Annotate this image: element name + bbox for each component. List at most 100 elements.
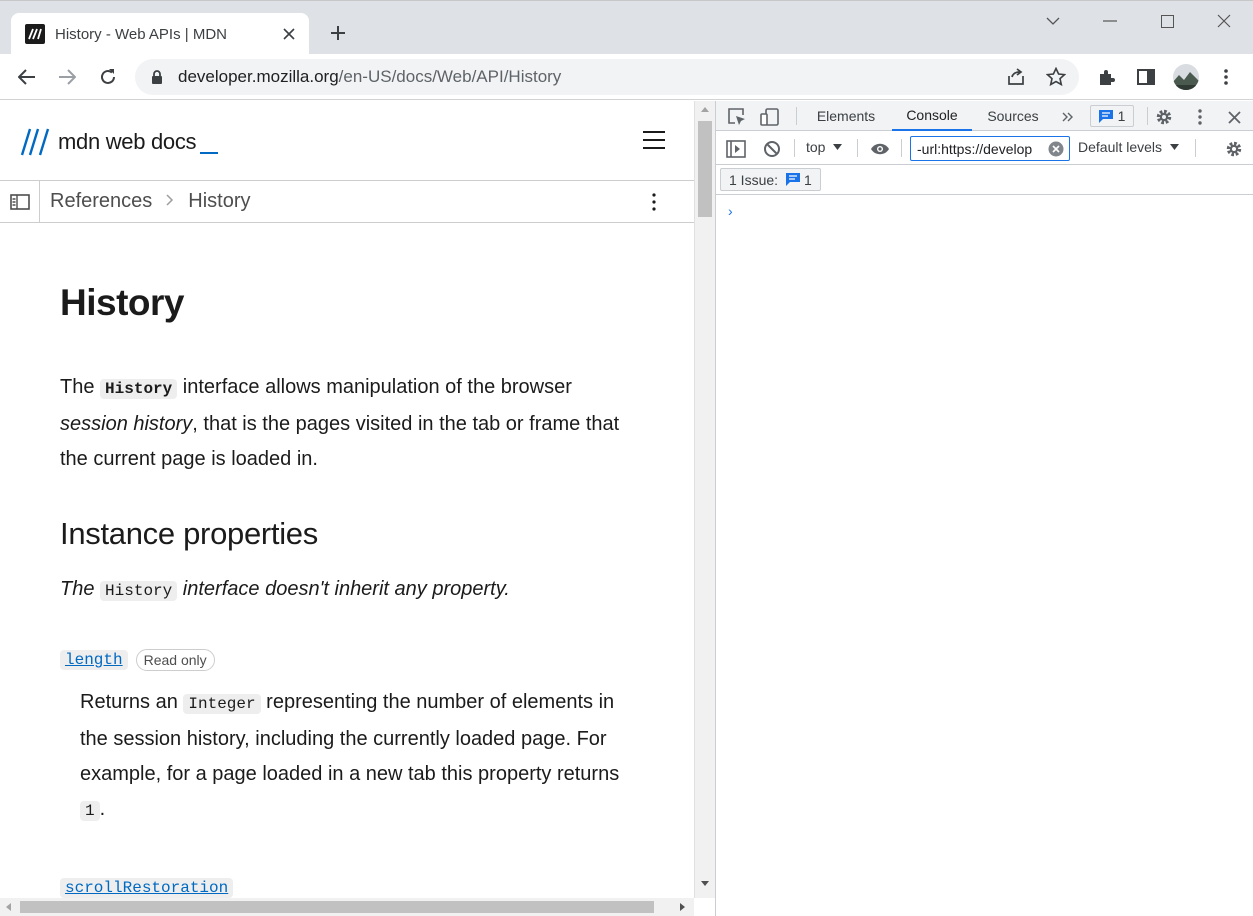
inherit-post: interface doesn't inherit any property. bbox=[177, 578, 510, 600]
value-code: 1 bbox=[80, 801, 100, 821]
length-desc-pre: Returns an bbox=[80, 691, 184, 713]
show-sidebar-icon[interactable] bbox=[725, 138, 747, 160]
scroll-restoration-link[interactable]: scrollRestoration bbox=[60, 878, 234, 898]
maximize-icon[interactable] bbox=[1152, 9, 1182, 33]
clear-console-icon[interactable] bbox=[761, 138, 783, 160]
browser-tab[interactable]: History - Web APIs | MDN bbox=[11, 13, 309, 55]
page-viewport: mdn web docs References History History … bbox=[0, 101, 694, 898]
url-text: developer.mozilla.org/en-US/docs/Web/API… bbox=[178, 67, 561, 87]
side-panel-icon[interactable] bbox=[1132, 63, 1160, 91]
address-bar[interactable]: developer.mozilla.org/en-US/docs/Web/API… bbox=[135, 59, 1079, 95]
extensions-icon[interactable] bbox=[1092, 63, 1120, 91]
tab-search-icon[interactable] bbox=[1038, 9, 1068, 33]
devtools-panel: Elements Console Sources 1 top -url:http… bbox=[715, 101, 1253, 916]
console-filter-input[interactable]: -url:https://develop bbox=[910, 136, 1070, 161]
console-prompt-icon[interactable]: › bbox=[728, 203, 733, 219]
tab-sources[interactable]: Sources bbox=[978, 101, 1048, 131]
divider bbox=[901, 139, 902, 157]
forward-arrow-icon[interactable] bbox=[53, 63, 81, 91]
device-toolbar-icon[interactable] bbox=[759, 106, 781, 128]
vertical-scrollbar[interactable] bbox=[694, 101, 715, 898]
share-icon[interactable] bbox=[1004, 65, 1028, 89]
reload-icon[interactable] bbox=[94, 63, 122, 91]
clear-filter-icon[interactable] bbox=[1047, 140, 1065, 158]
vertical-scroll-thumb[interactable] bbox=[698, 121, 712, 217]
article: History The History interface allows man… bbox=[60, 282, 640, 898]
filter-value: -url:https://develop bbox=[917, 140, 1033, 157]
inherit-code: History bbox=[100, 581, 178, 601]
intro-post: interface allows manipulation of the bro… bbox=[177, 376, 572, 398]
tab-elements[interactable]: Elements bbox=[807, 101, 885, 131]
scroll-left-arrow-icon[interactable] bbox=[6, 903, 11, 911]
tab-console[interactable]: Console bbox=[892, 101, 972, 131]
length-description: Returns an Integer representing the numb… bbox=[80, 685, 640, 829]
devtools-tabbar: Elements Console Sources 1 bbox=[716, 101, 1253, 131]
inherit-pre: The bbox=[60, 578, 101, 600]
url-path: /en-US/docs/Web/API/History bbox=[338, 67, 562, 86]
mdn-logo-mark-icon bbox=[20, 128, 50, 156]
issues-count: 1 bbox=[804, 171, 812, 188]
horizontal-scrollbar[interactable] bbox=[0, 898, 694, 916]
console-toolbar: top -url:https://develop Default levels bbox=[716, 131, 1253, 165]
read-only-badge: Read only bbox=[135, 649, 215, 671]
profile-avatar[interactable] bbox=[1172, 63, 1200, 91]
console-settings-gear-icon[interactable] bbox=[1223, 138, 1245, 160]
mdn-favicon bbox=[25, 24, 45, 44]
chevron-right-icon bbox=[166, 193, 174, 211]
property-term-scrollrestoration: scrollRestoration bbox=[60, 878, 640, 898]
more-tabs-chevron-icon[interactable] bbox=[1058, 107, 1078, 127]
logo-cursor bbox=[200, 152, 219, 154]
lock-icon bbox=[152, 70, 162, 84]
property-term-length: length Read only bbox=[60, 649, 640, 671]
tab-close-icon[interactable] bbox=[277, 22, 301, 46]
inspect-element-icon[interactable] bbox=[726, 106, 748, 128]
issues-badge-count: 1 bbox=[1117, 108, 1126, 124]
message-icon bbox=[786, 173, 801, 186]
divider bbox=[796, 107, 797, 125]
mdn-logo[interactable]: mdn web docs bbox=[20, 128, 219, 156]
scroll-down-arrow-icon[interactable] bbox=[701, 881, 709, 886]
instance-properties-heading: Instance properties bbox=[60, 516, 318, 551]
toolbar: developer.mozilla.org/en-US/docs/Web/API… bbox=[0, 54, 1253, 100]
devtools-menu-icon[interactable] bbox=[1189, 106, 1211, 128]
message-icon bbox=[1098, 109, 1113, 123]
bookmark-star-icon[interactable] bbox=[1044, 65, 1068, 89]
length-link[interactable]: length bbox=[60, 650, 128, 670]
divider bbox=[1195, 139, 1196, 157]
sidebar-toggle-icon[interactable] bbox=[0, 181, 40, 222]
new-tab-icon[interactable] bbox=[325, 20, 351, 46]
integer-code[interactable]: Integer bbox=[183, 694, 261, 714]
scroll-right-arrow-icon[interactable] bbox=[680, 903, 685, 911]
divider bbox=[857, 139, 858, 157]
breadcrumb-bar: References History bbox=[0, 181, 694, 223]
issues-counter-button[interactable]: 1 bbox=[1090, 105, 1134, 127]
mdn-header: mdn web docs bbox=[0, 101, 694, 181]
length-desc-end: . bbox=[99, 798, 106, 820]
breadcrumb-history[interactable]: History bbox=[188, 190, 250, 213]
horizontal-scroll-thumb[interactable] bbox=[20, 901, 654, 913]
log-levels-label: Default levels bbox=[1078, 139, 1163, 155]
context-label: top bbox=[806, 139, 826, 155]
breadcrumb-references[interactable]: References bbox=[50, 190, 152, 213]
dropdown-arrow-icon bbox=[1170, 144, 1180, 150]
minimize-icon[interactable] bbox=[1095, 9, 1125, 33]
window-close-icon[interactable] bbox=[1209, 9, 1239, 33]
issues-button[interactable]: 1 Issue: 1 bbox=[720, 168, 821, 191]
page-title: History bbox=[60, 282, 184, 323]
chrome-menu-icon[interactable] bbox=[1212, 63, 1240, 91]
tab-strip: History - Web APIs | MDN bbox=[0, 0, 1253, 55]
devtools-close-icon[interactable] bbox=[1223, 106, 1245, 128]
url-host: developer.mozilla.org bbox=[178, 67, 339, 86]
divider bbox=[794, 139, 795, 157]
scroll-up-arrow-icon[interactable] bbox=[701, 107, 709, 112]
context-selector[interactable]: top bbox=[806, 139, 843, 155]
page-actions-icon[interactable] bbox=[644, 191, 664, 213]
hamburger-menu-icon[interactable] bbox=[643, 131, 665, 149]
live-expression-eye-icon[interactable] bbox=[868, 138, 892, 160]
divider bbox=[1147, 107, 1148, 125]
logo-text: mdn web docs bbox=[58, 129, 197, 154]
settings-gear-icon[interactable] bbox=[1153, 106, 1175, 128]
breadcrumb: References History bbox=[50, 190, 251, 213]
log-levels-dropdown[interactable]: Default levels bbox=[1078, 139, 1180, 155]
back-arrow-icon[interactable] bbox=[13, 63, 41, 91]
